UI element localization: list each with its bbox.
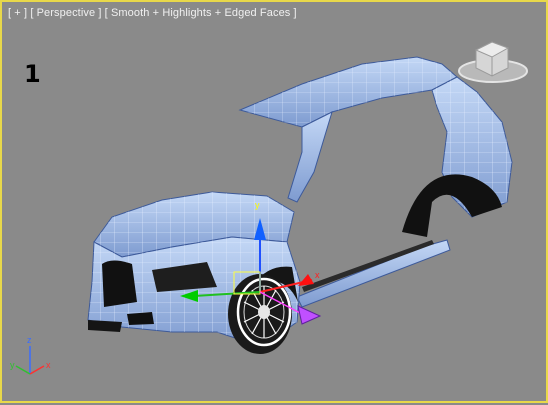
gizmo-x-label: x [315, 270, 320, 280]
axis-tripod-icon: z x y [10, 335, 51, 375]
viewcube-icon[interactable] [458, 41, 528, 83]
gizmo-y-label: y [255, 200, 260, 210]
axis-z-label: z [27, 335, 32, 345]
axis-y-label: y [10, 360, 15, 370]
car-body-mesh[interactable] [87, 56, 513, 348]
perspective-viewport[interactable]: [ + ] [ Perspective ] [ Smooth + Highlig… [0, 0, 548, 403]
axis-x-label: x [46, 360, 51, 370]
